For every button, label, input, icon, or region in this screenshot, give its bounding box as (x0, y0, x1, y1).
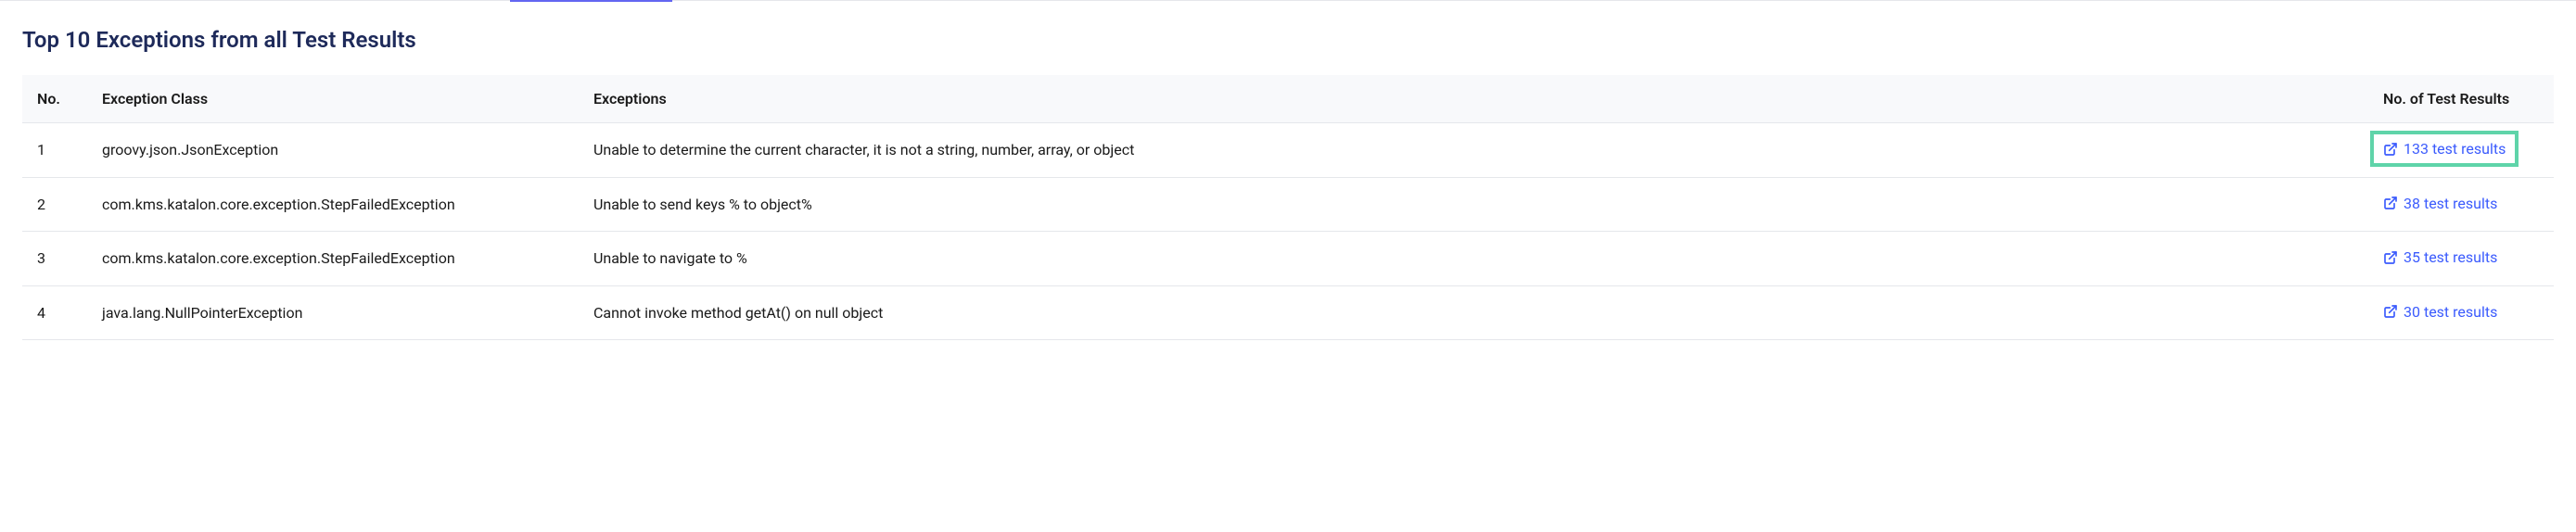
header-results: No. of Test Results (2368, 75, 2554, 123)
external-link-icon (2383, 196, 2398, 210)
cell-exception-class: java.lang.NullPointerException (87, 285, 579, 340)
top-border (0, 0, 2576, 1)
cell-no: 3 (22, 232, 87, 286)
results-link-label: 133 test results (2404, 140, 2506, 158)
section-title: Top 10 Exceptions from all Test Results (22, 27, 2554, 53)
test-results-link[interactable]: 133 test results (2383, 140, 2506, 158)
highlight-box: 133 test results (2370, 131, 2519, 167)
cell-exceptions: Unable to navigate to % (579, 232, 2368, 286)
test-results-link[interactable]: 35 test results (2383, 248, 2497, 266)
external-link-icon (2383, 250, 2398, 265)
cell-no: 1 (22, 123, 87, 178)
cell-exception-class: com.kms.katalon.core.exception.StepFaile… (87, 232, 579, 286)
header-exceptions: Exceptions (579, 75, 2368, 123)
table-row: 4 java.lang.NullPointerException Cannot … (22, 285, 2554, 340)
cell-results: 35 test results (2368, 232, 2554, 286)
test-results-link[interactable]: 38 test results (2383, 195, 2497, 212)
test-results-link[interactable]: 30 test results (2383, 303, 2497, 321)
table-body: 1 groovy.json.JsonException Unable to de… (22, 123, 2554, 340)
exceptions-table: No. Exception Class Exceptions No. of Te… (22, 75, 2554, 340)
cell-exception-class: com.kms.katalon.core.exception.StepFaile… (87, 177, 579, 232)
cell-exception-class: groovy.json.JsonException (87, 123, 579, 178)
external-link-icon (2383, 304, 2398, 319)
table-row: 2 com.kms.katalon.core.exception.StepFai… (22, 177, 2554, 232)
cell-results: 38 test results (2368, 177, 2554, 232)
cell-no: 4 (22, 285, 87, 340)
cell-no: 2 (22, 177, 87, 232)
external-link-icon (2383, 142, 2398, 157)
results-link-label: 38 test results (2404, 195, 2497, 212)
cell-exceptions: Unable to send keys % to object% (579, 177, 2368, 232)
main-container: Top 10 Exceptions from all Test Results … (0, 27, 2576, 340)
results-link-label: 30 test results (2404, 303, 2497, 321)
header-no: No. (22, 75, 87, 123)
results-link-label: 35 test results (2404, 248, 2497, 266)
table-row: 3 com.kms.katalon.core.exception.StepFai… (22, 232, 2554, 286)
cell-exceptions: Unable to determine the current characte… (579, 123, 2368, 178)
table-header-row: No. Exception Class Exceptions No. of Te… (22, 75, 2554, 123)
table-row: 1 groovy.json.JsonException Unable to de… (22, 123, 2554, 178)
tab-indicator (510, 0, 672, 2)
cell-results: 30 test results (2368, 285, 2554, 340)
cell-results: 133 test results (2368, 123, 2554, 178)
cell-exceptions: Cannot invoke method getAt() on null obj… (579, 285, 2368, 340)
header-exception-class: Exception Class (87, 75, 579, 123)
